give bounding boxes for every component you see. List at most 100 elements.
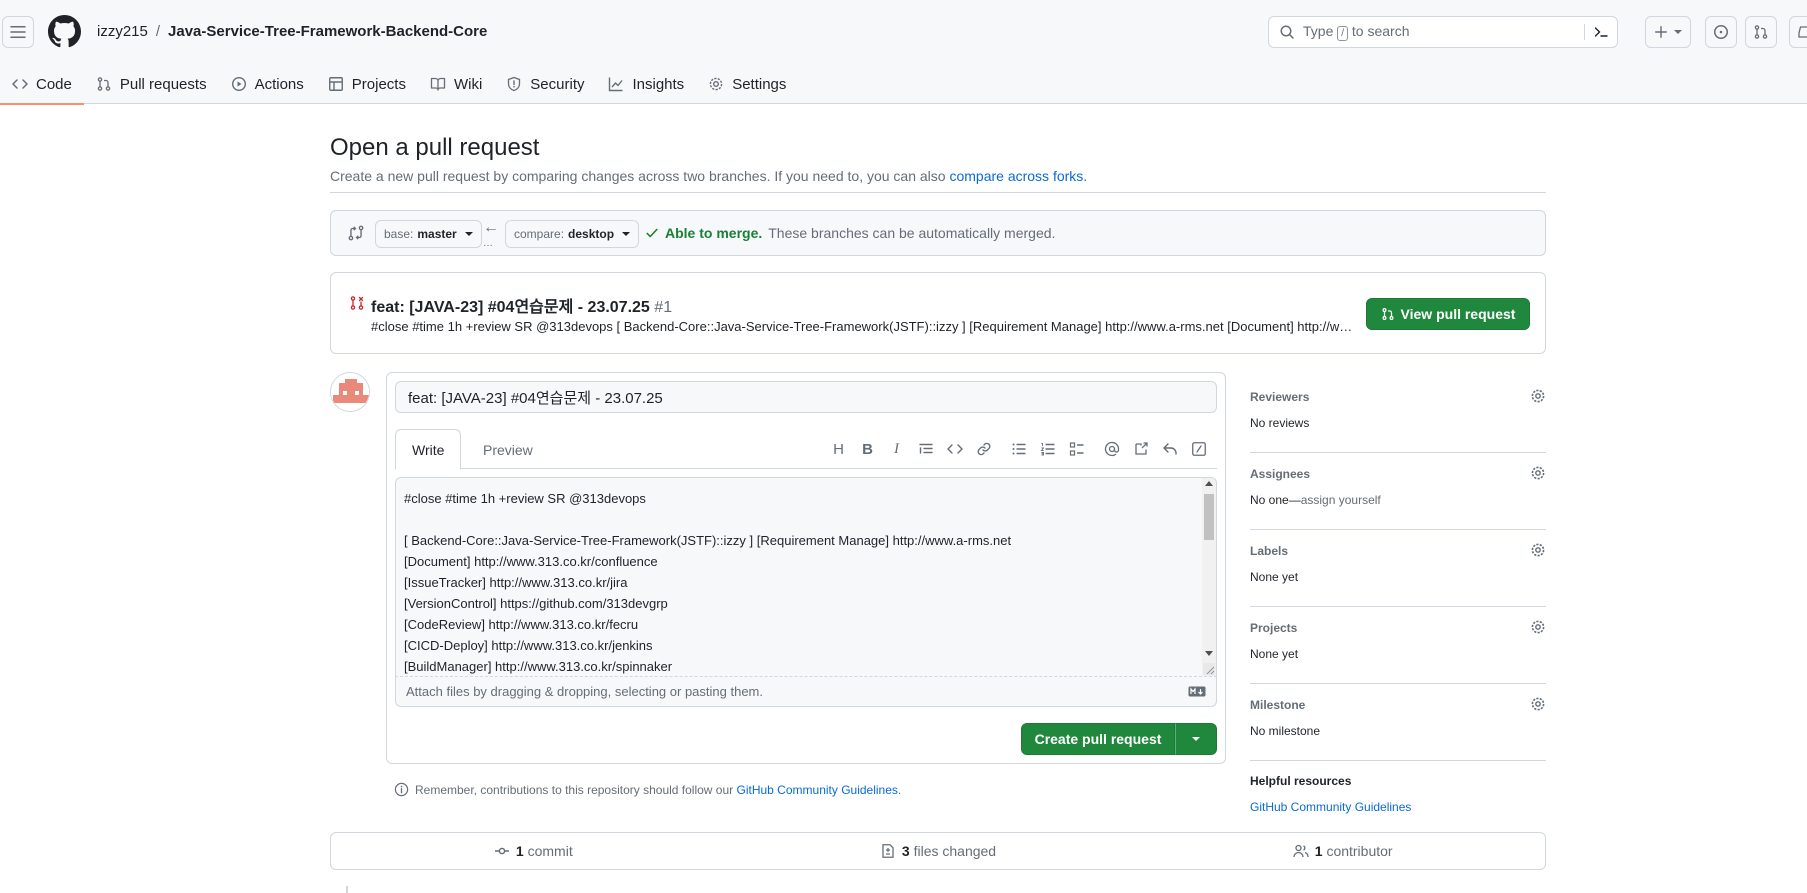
pull-requests-button[interactable] — [1745, 16, 1777, 48]
tab-actions[interactable]: Actions — [219, 64, 316, 104]
tab-insights[interactable]: Insights — [596, 64, 696, 104]
tab-pull-requests[interactable]: Pull requests — [84, 64, 219, 104]
inbox-button[interactable] — [1789, 16, 1807, 48]
gear-icon[interactable] — [1530, 465, 1546, 481]
avatar[interactable] — [330, 372, 370, 412]
link-icon[interactable] — [969, 437, 998, 461]
code-icon[interactable] — [940, 437, 969, 461]
chevron-down-icon — [464, 232, 473, 236]
slash-command-icon[interactable] — [1184, 437, 1213, 461]
assign-yourself-link[interactable]: assign yourself — [1301, 493, 1381, 507]
git-pull-request-icon — [1381, 307, 1395, 321]
create-pr-options-dropdown[interactable] — [1175, 723, 1217, 755]
people-icon — [1293, 843, 1309, 859]
timeline-line — [346, 886, 348, 893]
helpful-guidelines-link[interactable]: GitHub Community Guidelines — [1250, 800, 1411, 814]
markdown-toolbar: H B I — [824, 437, 1213, 461]
helpful-resources: Helpful resources GitHub Community Guide… — [1250, 774, 1411, 814]
merge-status: Able to merge. These branches can be aut… — [645, 225, 1055, 241]
tab-code[interactable]: Code — [0, 64, 84, 105]
sidebar-value: No one—assign yourself — [1250, 493, 1381, 507]
resize-handle-icon[interactable] — [1203, 663, 1215, 675]
pr-sidebar: Reviewers No reviews Assignees No one—as… — [1250, 376, 1546, 761]
tab-wiki[interactable]: Wiki — [418, 64, 494, 104]
unordered-list-icon[interactable] — [1004, 437, 1033, 461]
base-branch-select[interactable]: base: master — [375, 220, 482, 248]
bold-icon[interactable]: B — [853, 437, 882, 461]
italic-icon[interactable]: I — [882, 437, 911, 461]
sidebar-heading: Assignees — [1250, 467, 1311, 481]
heading-icon[interactable]: H — [824, 437, 853, 461]
inbox-icon — [1797, 24, 1807, 40]
sidebar-value: None yet — [1250, 647, 1299, 661]
issues-button[interactable] — [1705, 16, 1737, 48]
commits-summary[interactable]: 1 commit — [331, 833, 736, 869]
scroll-thumb[interactable] — [1204, 494, 1214, 540]
repo-owner-link[interactable]: izzy215 — [97, 23, 148, 40]
pr-title-input[interactable]: feat: [JAVA-23] #04연습문제 - 23.07.25 — [395, 381, 1217, 413]
tab-write[interactable]: Write — [395, 429, 462, 470]
gear-icon[interactable] — [1530, 388, 1546, 404]
command-palette-icon[interactable] — [1584, 24, 1609, 40]
tab-projects[interactable]: Projects — [316, 64, 418, 104]
view-pull-request-button[interactable]: View pull request — [1366, 298, 1530, 330]
tab-label: Insights — [632, 75, 685, 93]
mention-icon[interactable] — [1097, 437, 1126, 461]
pr-body-textarea[interactable]: #close #time 1h +review SR @313devops [ … — [395, 477, 1217, 677]
quote-icon[interactable] — [911, 437, 940, 461]
files-changed-summary[interactable]: 3 files changed — [736, 833, 1141, 869]
ordered-list-icon[interactable] — [1033, 437, 1062, 461]
search-input[interactable]: Type / to search — [1268, 16, 1618, 48]
page-title: Open a pull request — [330, 134, 540, 161]
reply-icon[interactable] — [1155, 437, 1184, 461]
gear-icon[interactable] — [1530, 696, 1546, 712]
chevron-down-icon — [622, 232, 631, 236]
sidebar-heading: Labels — [1250, 544, 1289, 558]
compare-branch-select[interactable]: compare: desktop — [505, 220, 640, 248]
code-icon — [12, 76, 28, 92]
create-pull-request-button[interactable]: Create pull request — [1021, 723, 1175, 755]
branch-range-editor: base: master ←… compare: desktop Able to… — [330, 210, 1546, 256]
editor-tabs: Write Preview H B I — [395, 429, 1217, 470]
tab-security[interactable]: Security — [494, 64, 596, 104]
create-new-button[interactable] — [1645, 16, 1691, 48]
sidebar-heading: Milestone — [1250, 698, 1306, 712]
milestone-section: Milestone No milestone — [1250, 684, 1546, 761]
github-logo-icon[interactable] — [48, 15, 81, 48]
helpful-resources-heading: Helpful resources — [1250, 774, 1352, 788]
arrow-left-icon: ←… — [483, 219, 499, 250]
compare-summary: 1 commit 3 files changed 1 contributor — [330, 832, 1546, 870]
tab-label: Projects — [351, 75, 406, 93]
contributors-summary[interactable]: 1 contributor — [1140, 833, 1545, 869]
cross-reference-icon[interactable] — [1126, 437, 1155, 461]
tab-label: Actions — [254, 75, 304, 93]
tab-label: Settings — [732, 75, 787, 93]
existing-pr-title[interactable]: feat: [JAVA-23] #04연습문제 - 23.07.25 #1 — [371, 293, 672, 317]
gear-icon — [708, 76, 724, 92]
shield-icon — [506, 76, 522, 92]
tab-label: Code — [36, 75, 72, 93]
file-attachment-drop-zone[interactable]: Attach files by dragging & dropping, sel… — [395, 677, 1217, 707]
markdown-icon — [1188, 686, 1206, 697]
menu-button[interactable] — [2, 16, 34, 48]
pull-request-form: feat: [JAVA-23] #04연습문제 - 23.07.25 Write… — [386, 372, 1226, 764]
gear-icon[interactable] — [1530, 619, 1546, 635]
tab-settings[interactable]: Settings — [696, 64, 798, 104]
git-pull-request-icon — [1753, 24, 1769, 40]
tab-preview[interactable]: Preview — [467, 429, 549, 470]
divider — [330, 192, 1546, 193]
gear-icon[interactable] — [1530, 542, 1546, 558]
file-diff-icon — [880, 843, 896, 859]
compare-across-forks-link[interactable]: compare across forks. — [949, 168, 1087, 184]
create-pr-button-group: Create pull request — [1021, 723, 1217, 755]
task-list-icon[interactable] — [1062, 437, 1091, 461]
pr-body-text: #close #time 1h +review SR @313devops [ … — [404, 491, 1012, 674]
tab-label: Wiki — [453, 75, 483, 93]
textarea-scrollbar[interactable] — [1202, 478, 1216, 676]
community-guidelines-link[interactable]: GitHub Community Guidelines — [737, 783, 898, 797]
chevron-down-icon — [1674, 30, 1682, 34]
play-icon — [231, 76, 247, 92]
breadcrumb: izzy215 / Java-Service-Tree-Framework-Ba… — [97, 23, 487, 40]
info-icon — [394, 782, 409, 797]
repo-name-link[interactable]: Java-Service-Tree-Framework-Backend-Core — [168, 23, 487, 40]
